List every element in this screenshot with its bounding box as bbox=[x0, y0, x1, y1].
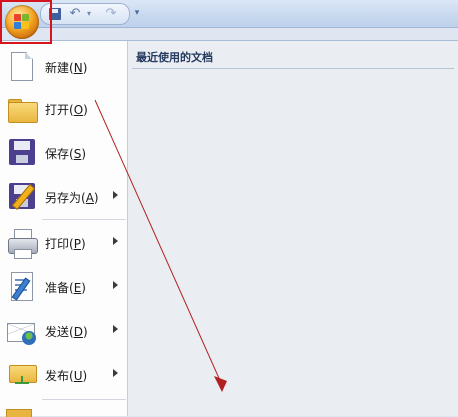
menu-item-label: 打印(P) bbox=[45, 237, 86, 251]
close-icon[interactable] bbox=[6, 409, 32, 417]
send-envelope-icon bbox=[6, 315, 38, 347]
prepare-document-icon bbox=[6, 271, 38, 303]
menu-item-open[interactable]: 打开(O) bbox=[0, 89, 127, 129]
customize-qat-icon[interactable]: ▾ bbox=[131, 6, 143, 20]
menu-item-label: 准备(E) bbox=[45, 281, 86, 295]
menu-item-prepare[interactable]: 准备(E) bbox=[0, 267, 127, 307]
redo-icon[interactable]: ↷ bbox=[103, 6, 119, 22]
menu-item-label: 发布(U) bbox=[45, 369, 88, 383]
title-bar: ↶ ▾ ↷ ▾ bbox=[0, 0, 458, 28]
save-as-icon bbox=[6, 181, 38, 213]
recent-documents-panel: 最近使用的文档 bbox=[128, 41, 458, 416]
submenu-arrow-icon bbox=[113, 369, 118, 377]
menu-item-send[interactable]: 发送(D) bbox=[0, 311, 127, 351]
menu-item-label: 打开(O) bbox=[45, 103, 88, 117]
menu-item-label: 另存为(A) bbox=[45, 191, 99, 205]
menu-separator bbox=[42, 219, 126, 220]
recent-documents-divider bbox=[132, 68, 454, 69]
menu-separator bbox=[42, 399, 126, 400]
submenu-arrow-icon bbox=[113, 191, 118, 199]
menu-item-publish[interactable]: 发布(U) bbox=[0, 355, 127, 395]
submenu-arrow-icon bbox=[113, 237, 118, 245]
quick-access-toolbar: ↶ ▾ ↷ bbox=[40, 3, 130, 25]
menu-item-label: 保存(S) bbox=[45, 147, 87, 161]
menu-item-label: 发送(D) bbox=[45, 325, 88, 339]
office-menu: 新建(N) 打开(O) 保存(S) 另存为(A) 打印(P) 准备(E) 发送(… bbox=[0, 40, 458, 417]
menu-item-print[interactable]: 打印(P) bbox=[0, 223, 127, 263]
undo-dropdown-icon[interactable]: ▾ bbox=[85, 6, 93, 22]
recent-documents-title: 最近使用的文档 bbox=[136, 51, 213, 64]
save-floppy-icon bbox=[6, 137, 38, 169]
office-button[interactable] bbox=[5, 5, 39, 39]
menu-item-save-as[interactable]: 另存为(A) bbox=[0, 177, 127, 217]
printer-icon bbox=[6, 227, 38, 259]
menu-item-label: 新建(N) bbox=[45, 61, 88, 75]
command-list: 新建(N) 打开(O) 保存(S) 另存为(A) 打印(P) 准备(E) 发送(… bbox=[0, 41, 128, 417]
open-folder-icon bbox=[6, 93, 38, 125]
submenu-arrow-icon bbox=[113, 281, 118, 289]
office-logo-icon bbox=[14, 14, 30, 30]
office-button-highlight bbox=[0, 0, 52, 44]
publish-icon bbox=[6, 359, 38, 391]
menu-item-new[interactable]: 新建(N) bbox=[0, 47, 127, 87]
undo-icon[interactable]: ↶ bbox=[67, 6, 83, 22]
menu-item-save[interactable]: 保存(S) bbox=[0, 133, 127, 173]
submenu-arrow-icon bbox=[113, 325, 118, 333]
new-document-icon bbox=[6, 51, 38, 83]
